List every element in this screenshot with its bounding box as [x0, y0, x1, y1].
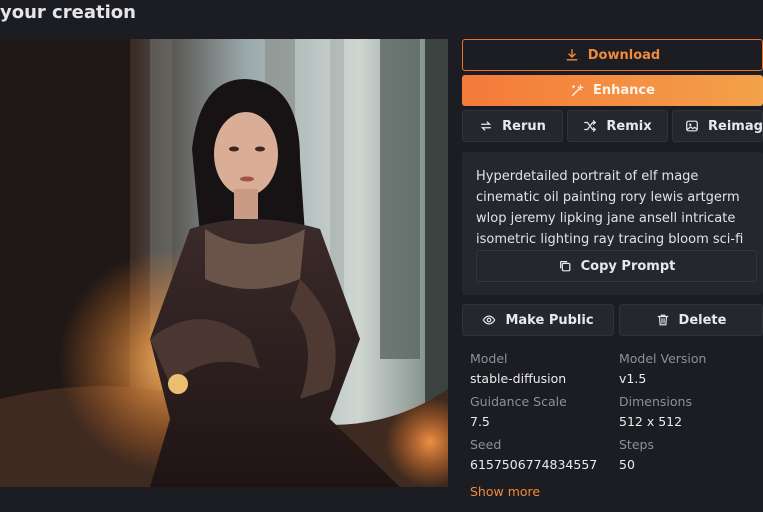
- eye-icon: [482, 313, 496, 327]
- make-public-label: Make Public: [505, 312, 594, 328]
- reimage-button[interactable]: Reimage: [672, 110, 763, 142]
- download-label: Download: [587, 47, 661, 63]
- magic-wand-icon: [570, 84, 584, 98]
- detail-seed: Seed 6157506774834557: [470, 437, 597, 472]
- remix-label: Remix: [606, 118, 652, 134]
- download-icon: [565, 48, 579, 62]
- delete-button[interactable]: Delete: [619, 304, 763, 336]
- detail-value: 6157506774834557: [470, 457, 598, 472]
- copy-icon: [558, 259, 572, 273]
- detail-guidance-scale: Guidance Scale 7.5: [470, 394, 567, 429]
- show-more-link[interactable]: Show more: [470, 484, 540, 499]
- prompt-card: Hyperdetailed portrait of elf mage cinem…: [462, 152, 763, 295]
- detail-steps: Steps 50: [619, 437, 654, 472]
- detail-label: Model Version: [619, 351, 707, 366]
- detail-value: stable-diffusion: [470, 371, 567, 386]
- page-title: your creation: [0, 2, 136, 23]
- detail-label: Dimensions: [619, 394, 692, 409]
- remix-button[interactable]: Remix: [567, 110, 668, 142]
- shuffle-icon: [583, 119, 597, 133]
- copy-prompt-button[interactable]: Copy Prompt: [476, 250, 757, 282]
- detail-value: 7.5: [470, 414, 490, 429]
- reimage-label: Reimage: [708, 118, 763, 134]
- detail-label: Seed: [470, 437, 502, 452]
- download-button[interactable]: Download: [462, 39, 763, 71]
- detail-value: v1.5: [619, 371, 647, 386]
- copy-prompt-label: Copy Prompt: [580, 258, 676, 274]
- enhance-label: Enhance: [593, 83, 655, 98]
- detail-model-version: Model Version v1.5: [619, 351, 706, 386]
- detail-label: Model: [470, 351, 508, 366]
- rerun-button[interactable]: Rerun: [462, 110, 563, 142]
- detail-model: Model stable-diffusion: [470, 351, 566, 386]
- make-public-button[interactable]: Make Public: [462, 304, 614, 336]
- detail-dimensions: Dimensions 512 x 512: [619, 394, 692, 429]
- generated-image-artwork: [0, 39, 448, 487]
- enhance-button[interactable]: Enhance: [462, 75, 763, 106]
- detail-value: 50: [619, 457, 635, 472]
- rerun-label: Rerun: [502, 118, 546, 134]
- detail-label: Guidance Scale: [470, 394, 567, 409]
- rerun-icon: [479, 119, 493, 133]
- generated-image[interactable]: [0, 39, 448, 487]
- detail-label: Steps: [619, 437, 654, 452]
- trash-icon: [656, 313, 670, 327]
- delete-label: Delete: [678, 312, 727, 328]
- detail-value: 512 x 512: [619, 414, 683, 429]
- image-icon: [685, 119, 699, 133]
